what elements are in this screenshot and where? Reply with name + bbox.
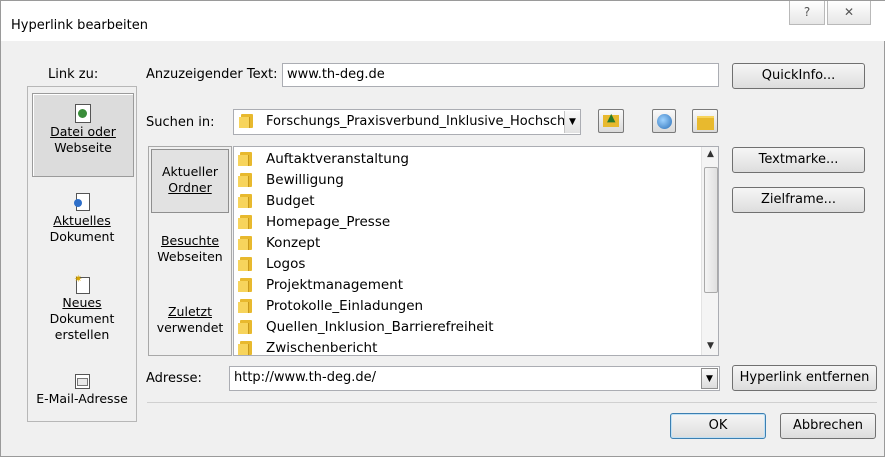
tab-label: Webseiten: [157, 249, 223, 264]
quickinfo-button[interactable]: QuickInfo...: [732, 63, 865, 89]
close-icon: ✕: [843, 5, 855, 19]
address-value: http://www.th-deg.de/: [234, 370, 376, 385]
help-icon: ?: [803, 5, 811, 19]
browse-mode-panel: Aktueller Ordner Besuchte Webseiten Zule…: [148, 146, 232, 356]
folder-name: Auftaktveranstaltung: [266, 150, 409, 167]
folder-list-item[interactable]: Auftaktveranstaltung: [238, 148, 409, 169]
folder-icon: [238, 277, 254, 292]
remove-hyperlink-label: Hyperlink entfernen: [739, 370, 870, 385]
link-to-label: Link zu:: [48, 67, 99, 82]
folder-name: Quellen_Inklusion_Barrierefreiheit: [266, 318, 494, 335]
tab-recent-files[interactable]: Zuletzt verwendet: [151, 304, 229, 344]
look-in-value: Forschungs_Praxisverbund_Inklusive_Hochs…: [266, 114, 566, 129]
folder-icon: [238, 319, 254, 334]
address-dropdown-icon[interactable]: ▼: [701, 368, 718, 389]
help-button[interactable]: ?: [789, 1, 825, 25]
folder-icon: [238, 193, 254, 208]
folder-name: Projektmanagement: [266, 276, 404, 293]
scroll-up-arrow-icon[interactable]: ▲: [702, 149, 718, 159]
remove-hyperlink-button[interactable]: Hyperlink entfernen: [732, 365, 877, 391]
look-in-label: Suchen in:: [146, 115, 215, 130]
browse-file-button[interactable]: [692, 109, 718, 133]
nav-label: erstellen: [54, 327, 110, 342]
chevron-down-icon[interactable]: ▼: [564, 111, 580, 133]
folder-icon: [238, 298, 254, 313]
folder-name: Zwischenbericht: [266, 339, 378, 356]
folder-icon: [238, 235, 254, 250]
address-label: Adresse:: [146, 371, 202, 386]
bookmark-button[interactable]: Textmarke...: [732, 147, 865, 173]
open-folder-icon: [697, 116, 714, 130]
nav-item-file-or-webpage[interactable]: Datei oder Webseite: [32, 93, 134, 177]
hyperlink-dialog: Hyperlink bearbeiten ? ✕ Link zu: Datei …: [0, 0, 885, 457]
ok-button[interactable]: OK: [670, 413, 766, 439]
folder-list-item[interactable]: Zwischenbericht: [238, 337, 378, 356]
window-title: Hyperlink bearbeiten: [11, 18, 148, 33]
new-document-icon: ✷: [74, 275, 90, 294]
bookmark-label: Textmarke...: [758, 152, 839, 167]
folder-name: Logos: [266, 255, 306, 272]
nav-label: Dokument: [49, 311, 115, 326]
folder-list-item[interactable]: Bewilligung: [238, 169, 344, 190]
separator: [147, 402, 877, 403]
folder-list-item[interactable]: Logos: [238, 253, 305, 274]
folder-icon: [238, 151, 254, 166]
browse-web-button[interactable]: [652, 109, 676, 133]
up-folder-button[interactable]: ▲: [598, 109, 624, 133]
nav-item-email-address[interactable]: E-Mail-Adresse: [32, 371, 132, 415]
folder-list-item[interactable]: Projektmanagement: [238, 274, 403, 295]
tab-label: Zuletzt: [167, 304, 212, 319]
folder-name: Budget: [266, 192, 315, 209]
folder-name: Bewilligung: [266, 171, 344, 188]
ok-label: OK: [708, 418, 728, 433]
folder-name: Homepage_Presse: [266, 213, 391, 230]
folder-name: Protokolle_Einladungen: [266, 297, 424, 314]
quickinfo-label: QuickInfo...: [761, 68, 836, 83]
nav-label: Dokument: [49, 229, 115, 244]
folder-list-item[interactable]: Quellen_Inklusion_Barrierefreiheit: [238, 316, 494, 337]
nav-item-current-document[interactable]: Aktuelles Dokument: [32, 191, 132, 251]
nav-label: E-Mail-Adresse: [36, 391, 128, 406]
folder-icon: [239, 114, 267, 128]
tab-label: Ordner: [168, 180, 212, 195]
scrollbar-thumb[interactable]: [704, 167, 718, 293]
globe-icon: [657, 114, 672, 129]
display-text-label: Anzuzeigender Text:: [146, 67, 278, 82]
email-icon: [74, 371, 90, 389]
file-list[interactable]: Auftaktveranstaltung Bewilligung Budget Hom…: [233, 146, 719, 356]
target-frame-button[interactable]: Zielframe...: [732, 187, 865, 213]
cancel-button[interactable]: Abbrechen: [780, 413, 876, 439]
link-to-panel: Datei oder Webseite Aktuelles Dokument ✷…: [27, 86, 137, 422]
nav-item-new-document[interactable]: ✷ Neues Dokument erstellen: [32, 275, 132, 345]
target-frame-label: Zielframe...: [760, 192, 837, 207]
folder-icon: [238, 340, 254, 355]
look-in-select[interactable]: Forschungs_Praxisverbund_Inklusive_Hochs…: [233, 109, 581, 135]
tab-label: Aktueller: [161, 164, 219, 179]
nav-label: Aktuelles: [53, 213, 111, 228]
scroll-down-arrow-icon[interactable]: ▼: [702, 341, 718, 351]
file-web-icon: [75, 104, 91, 123]
close-button[interactable]: ✕: [827, 1, 871, 25]
folder-icon: [238, 172, 254, 187]
up-arrow-icon: ▲: [607, 111, 616, 124]
tab-current-folder[interactable]: Aktueller Ordner: [151, 149, 229, 213]
cancel-label: Abbrechen: [792, 418, 864, 433]
folder-list-item[interactable]: Protokolle_Einladungen: [238, 295, 423, 316]
folder-list-item[interactable]: Konzept: [238, 232, 320, 253]
folder-icon: [238, 214, 254, 229]
vertical-scrollbar[interactable]: ▲ ▼: [701, 147, 718, 355]
display-text-input[interactable]: www.th-deg.de: [282, 63, 719, 87]
address-input[interactable]: http://www.th-deg.de/: [229, 366, 720, 391]
tab-label: verwendet: [156, 320, 224, 335]
folder-list-item[interactable]: Budget: [238, 190, 315, 211]
folder-list-item[interactable]: Homepage_Presse: [238, 211, 390, 232]
folder-name: Konzept: [266, 234, 321, 251]
tab-browsed-pages[interactable]: Besuchte Webseiten: [151, 233, 229, 273]
nav-label: Neues: [62, 295, 102, 310]
tab-label: Besuchte: [160, 233, 220, 248]
document-icon: [74, 193, 90, 211]
nav-label: Webseite: [54, 140, 112, 155]
nav-label: Datei oder: [50, 124, 116, 139]
folder-icon: [238, 256, 254, 271]
